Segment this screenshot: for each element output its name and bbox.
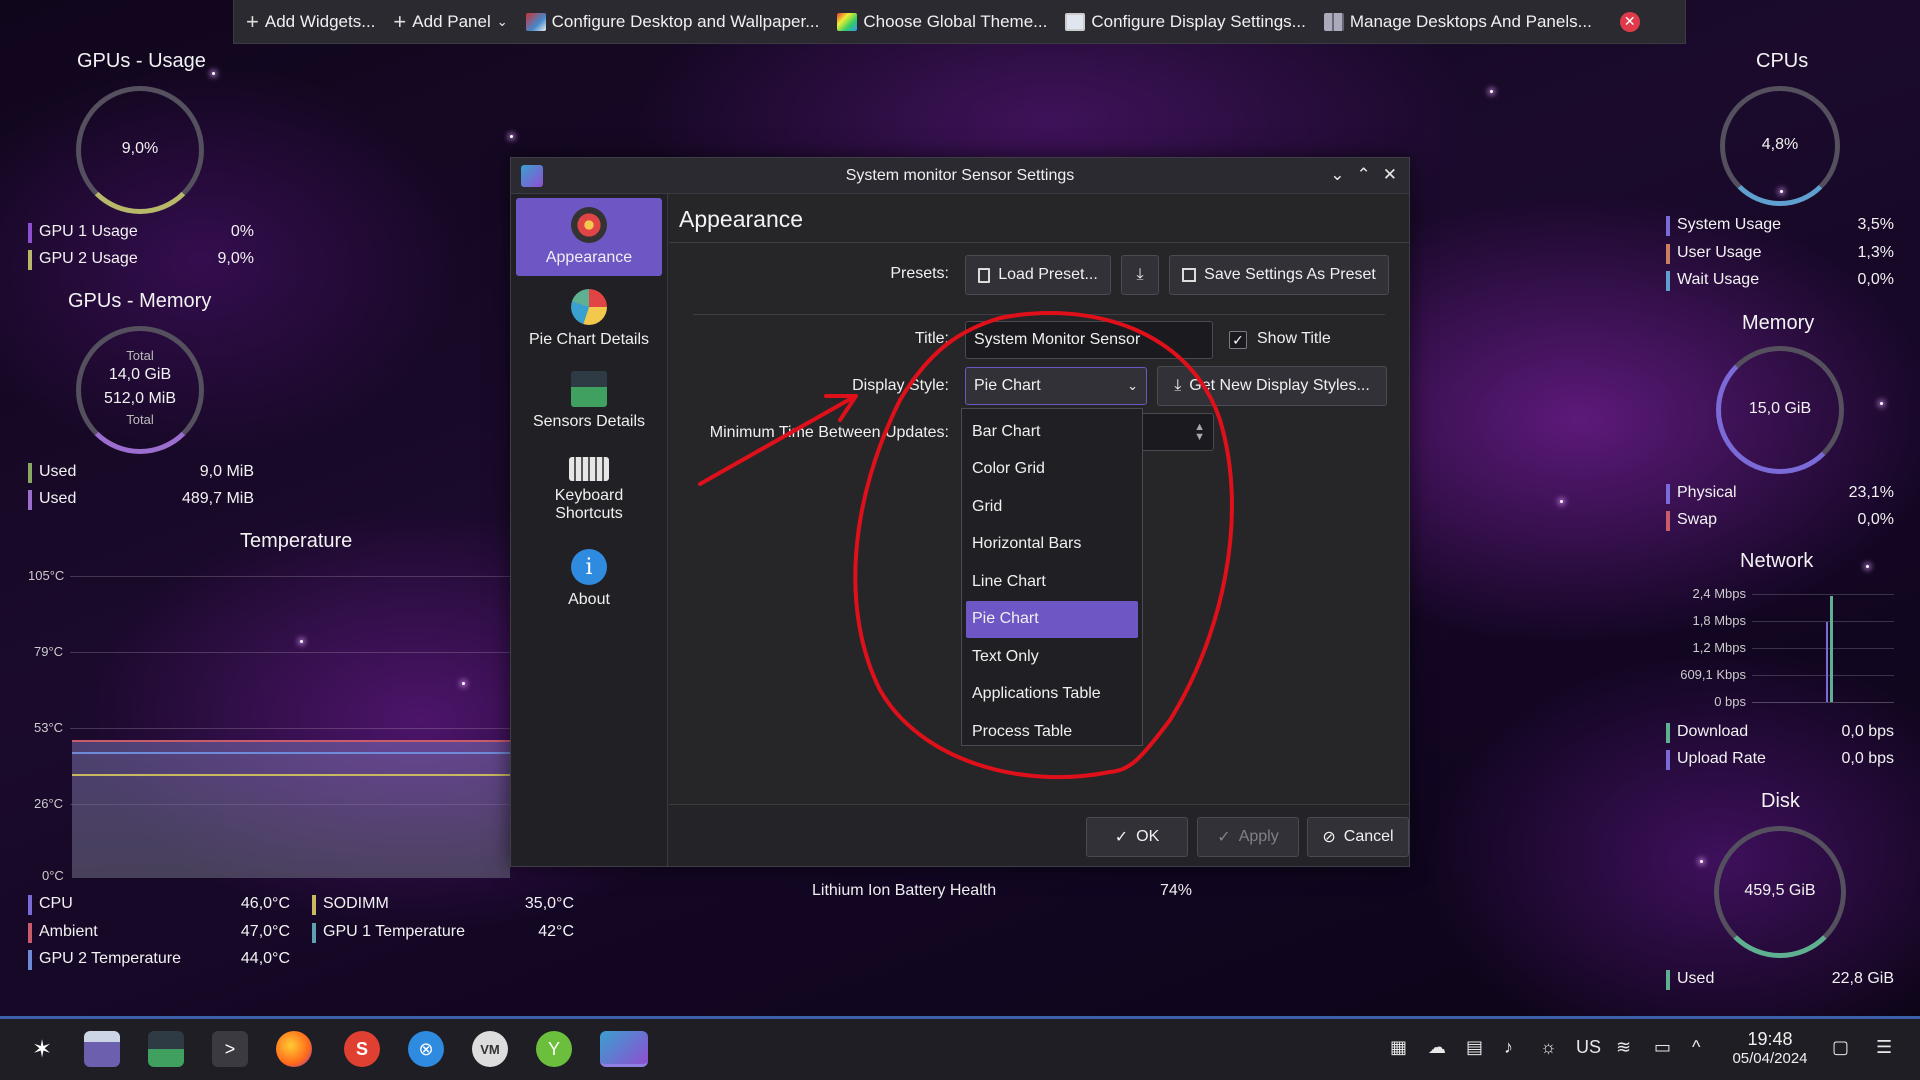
system-monitor-icon[interactable] [148,1031,184,1067]
chevron-up-icon[interactable]: ^ [1692,1037,1700,1058]
annotation-arrow [698,396,854,486]
battery-icon[interactable]: ▭ [1654,1037,1671,1058]
system-settings-task-icon[interactable] [600,1031,648,1067]
app-icon-red[interactable]: S [344,1031,380,1067]
clock[interactable]: 19:48 05/04/2024 [1720,1029,1820,1067]
taskbar: ✶ > S ⊗ VM Y ▦ ☁ ▤ ♪ ☼ US ≋ ▭ ^ 19:48 05… [0,1016,1920,1080]
application-launcher-icon[interactable]: ✶ [24,1031,60,1067]
clock-date: 05/04/2024 [1732,1050,1808,1067]
clipboard-icon[interactable]: ▤ [1466,1037,1483,1058]
annotation-circle [853,311,1234,780]
grid-icon[interactable]: ▦ [1390,1037,1407,1058]
clock-time: 19:48 [1747,1029,1793,1049]
volume-icon[interactable]: ♪ [1504,1037,1513,1058]
keyboard-layout[interactable]: US [1576,1037,1601,1058]
firefox-icon[interactable] [276,1031,312,1067]
vm-icon[interactable]: VM [472,1031,508,1067]
wifi-icon[interactable]: ≋ [1616,1037,1631,1058]
app-icon-blue[interactable]: ⊗ [408,1031,444,1067]
show-desktop-icon[interactable]: ▢ [1832,1037,1849,1058]
system-monitor-app-icon [521,164,543,187]
terminal-icon[interactable]: > [212,1031,248,1067]
cloud-icon[interactable]: ☁ [1428,1037,1446,1058]
brightness-icon[interactable]: ☼ [1540,1037,1557,1058]
red-annotation [698,311,1234,780]
panel-settings-icon[interactable]: ☰ [1876,1037,1892,1058]
app-icon-green[interactable]: Y [536,1031,572,1067]
file-manager-icon[interactable] [84,1031,120,1067]
